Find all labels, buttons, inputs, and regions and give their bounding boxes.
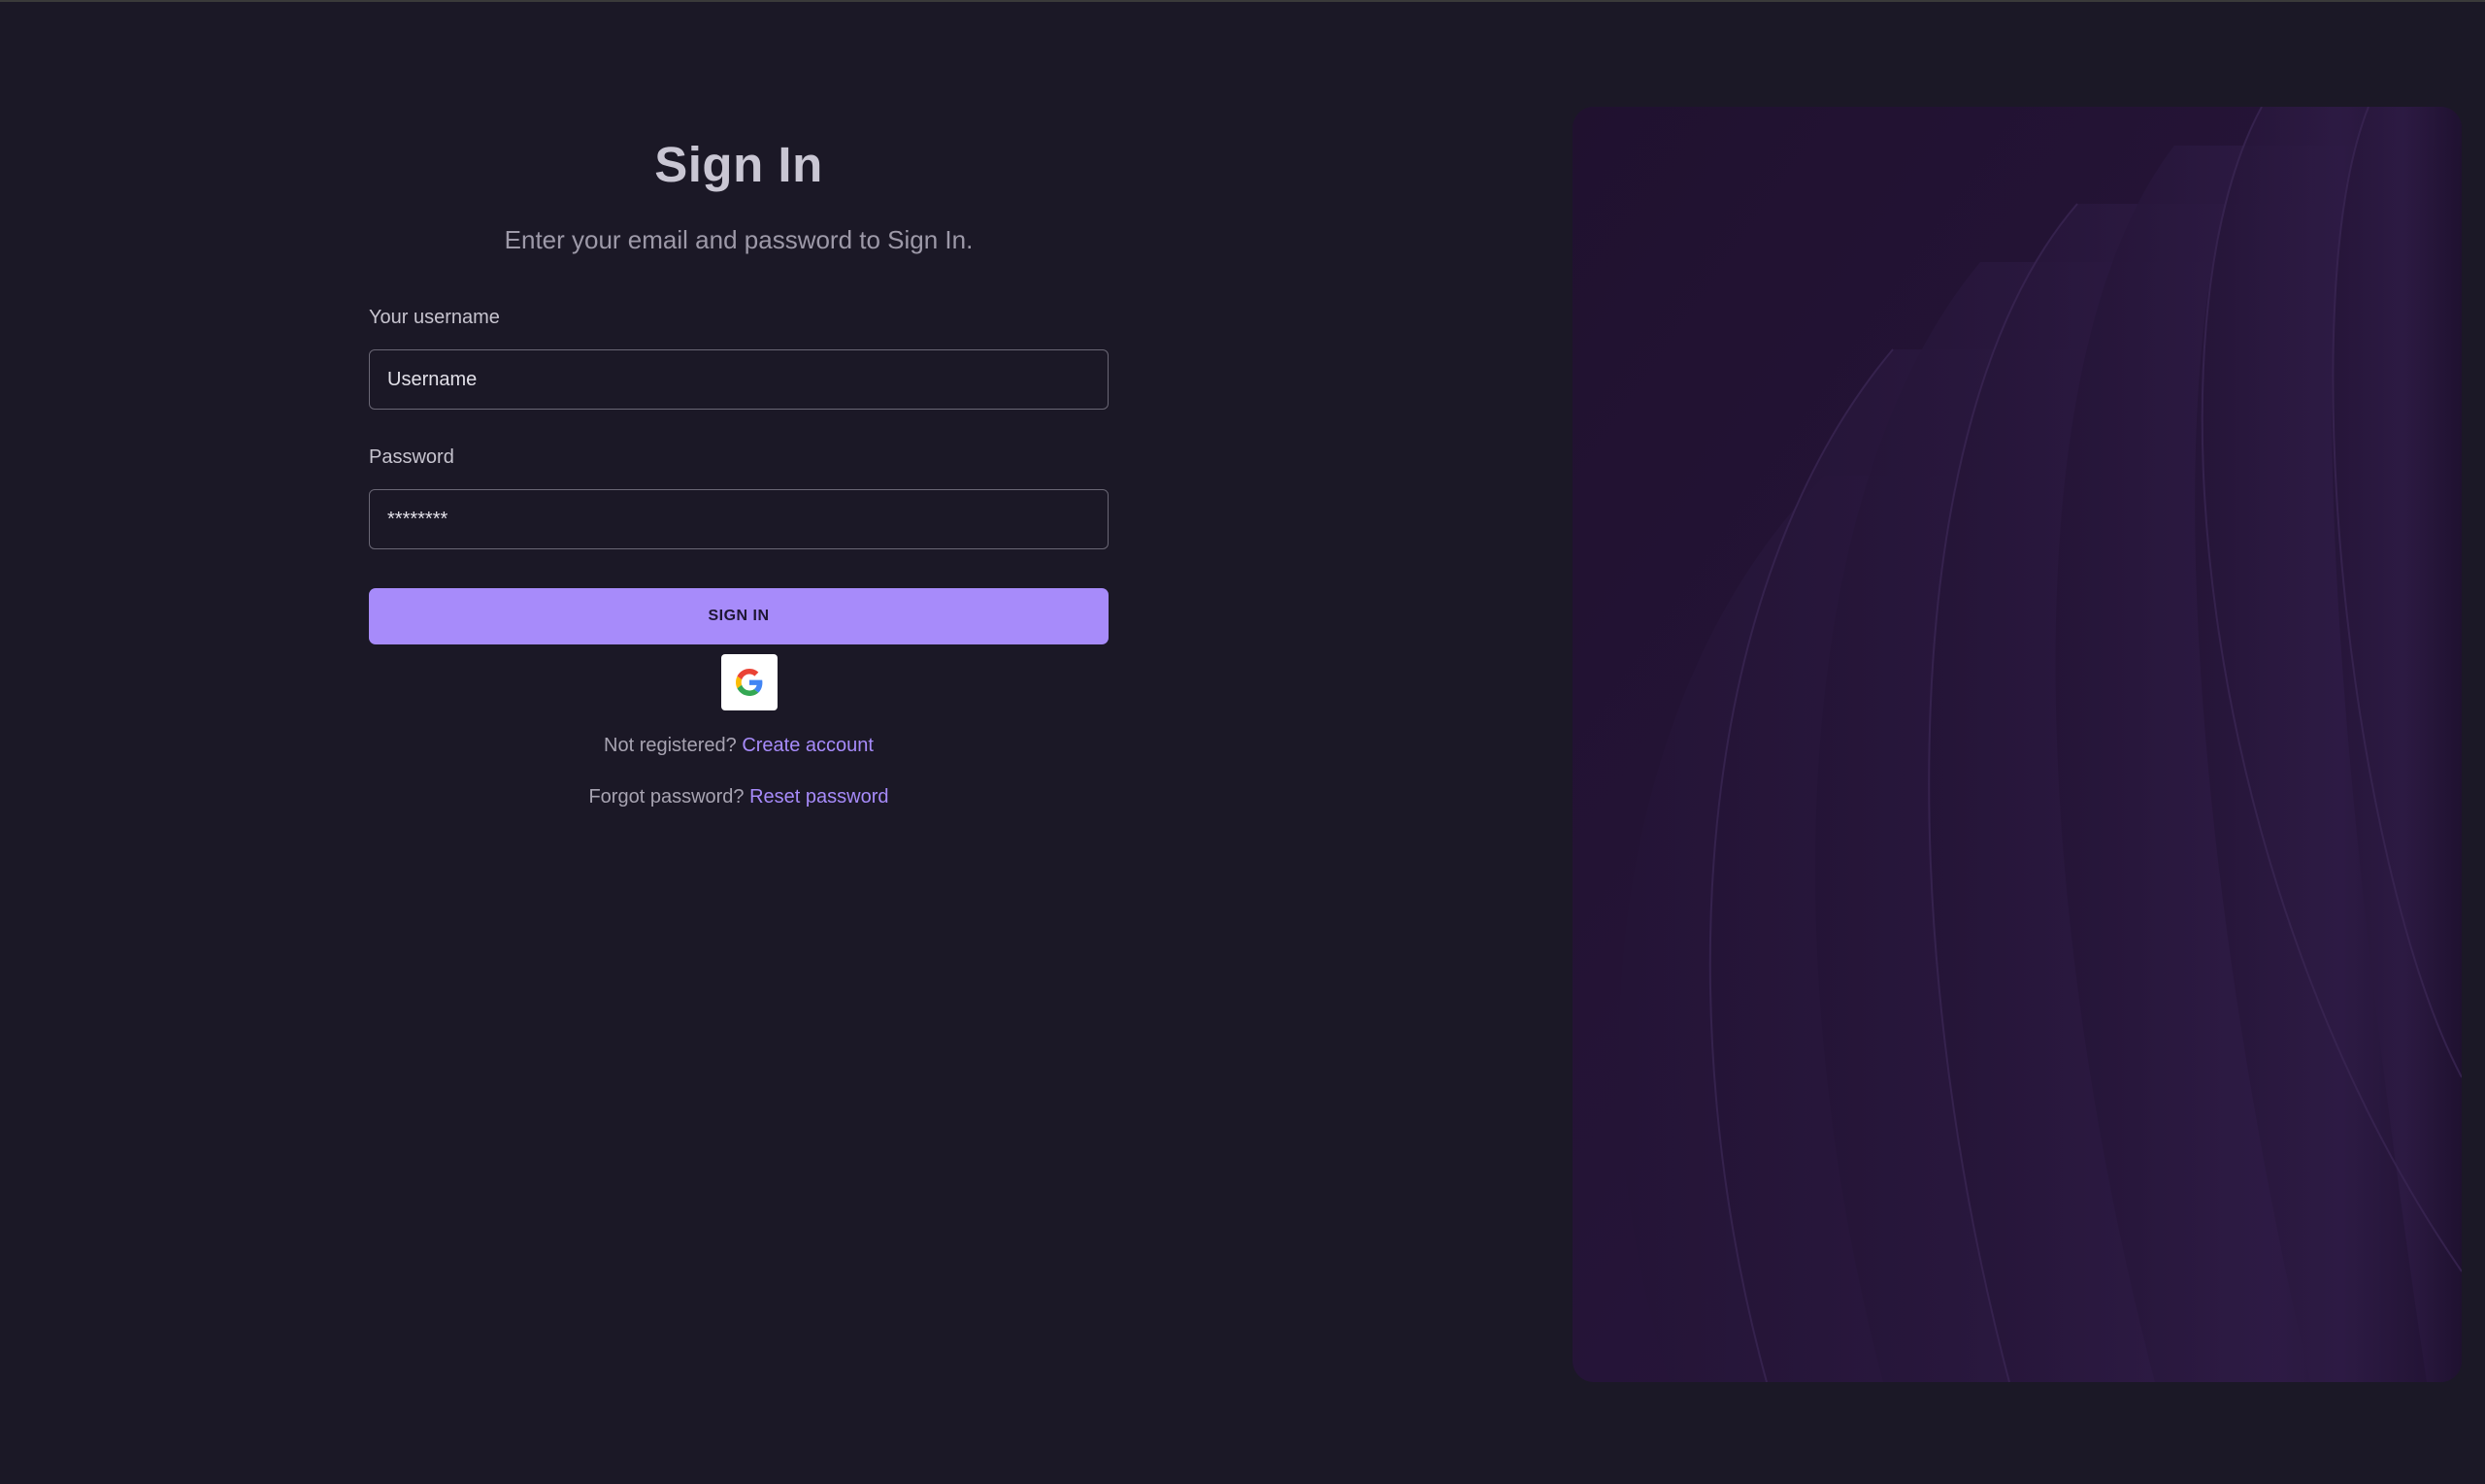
wave-art-image xyxy=(1573,107,2462,1382)
forgot-password-text: Forgot password? xyxy=(588,786,745,808)
google-icon xyxy=(736,669,763,696)
reset-password-link[interactable]: Reset password xyxy=(749,786,888,808)
sign-in-button[interactable]: Sign In xyxy=(369,588,1109,644)
decorative-art-panel xyxy=(1573,107,2462,1382)
username-label: Your username xyxy=(369,307,500,328)
register-line: Not registered? Create account xyxy=(369,735,1109,757)
password-input[interactable] xyxy=(369,489,1109,549)
signin-page: Sign In Enter your email and password to… xyxy=(0,0,2485,1484)
forgot-password-line: Forgot password? Reset password xyxy=(369,786,1109,808)
create-account-link[interactable]: Create account xyxy=(742,735,874,756)
page-title: Sign In xyxy=(654,137,823,192)
username-input[interactable] xyxy=(369,349,1109,410)
google-signin-button[interactable] xyxy=(721,654,778,710)
not-registered-text: Not registered? xyxy=(604,735,737,756)
page-subtitle: Enter your email and password to Sign In… xyxy=(504,225,974,254)
password-label: Password xyxy=(369,446,454,468)
